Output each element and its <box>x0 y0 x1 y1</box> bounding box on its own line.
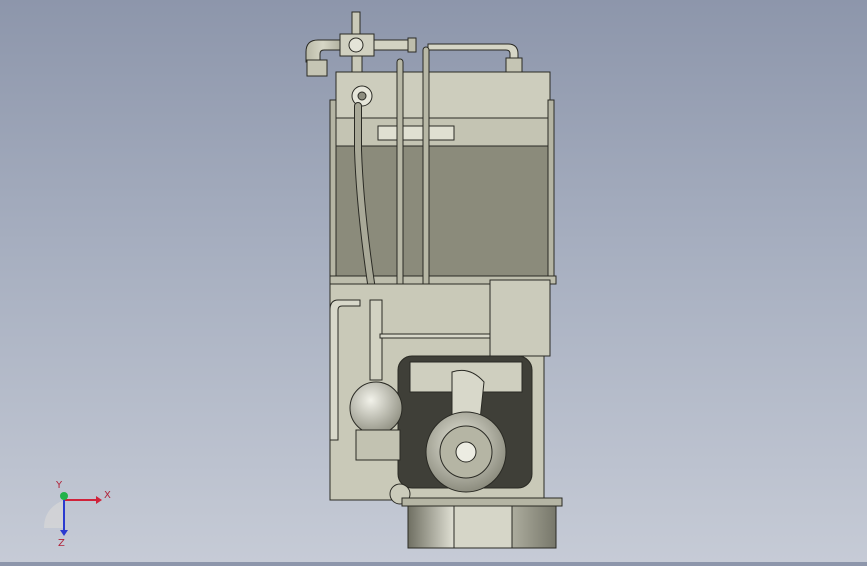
cad-3d-viewport[interactable]: X Y Z <box>0 0 867 562</box>
y-axis-label: Y <box>55 480 63 491</box>
axis-triad: X Y Z <box>40 478 120 549</box>
model-view <box>305 11 563 549</box>
base-drums <box>401 497 563 549</box>
z-axis-arrow-icon <box>60 530 68 536</box>
x-axis-arrow-icon <box>96 496 102 504</box>
x-axis-label: X <box>104 490 111 501</box>
triad-plane <box>44 500 64 528</box>
y-axis-dot-icon <box>60 492 68 500</box>
z-axis-label: Z <box>58 538 65 548</box>
top-fittings <box>305 11 523 77</box>
